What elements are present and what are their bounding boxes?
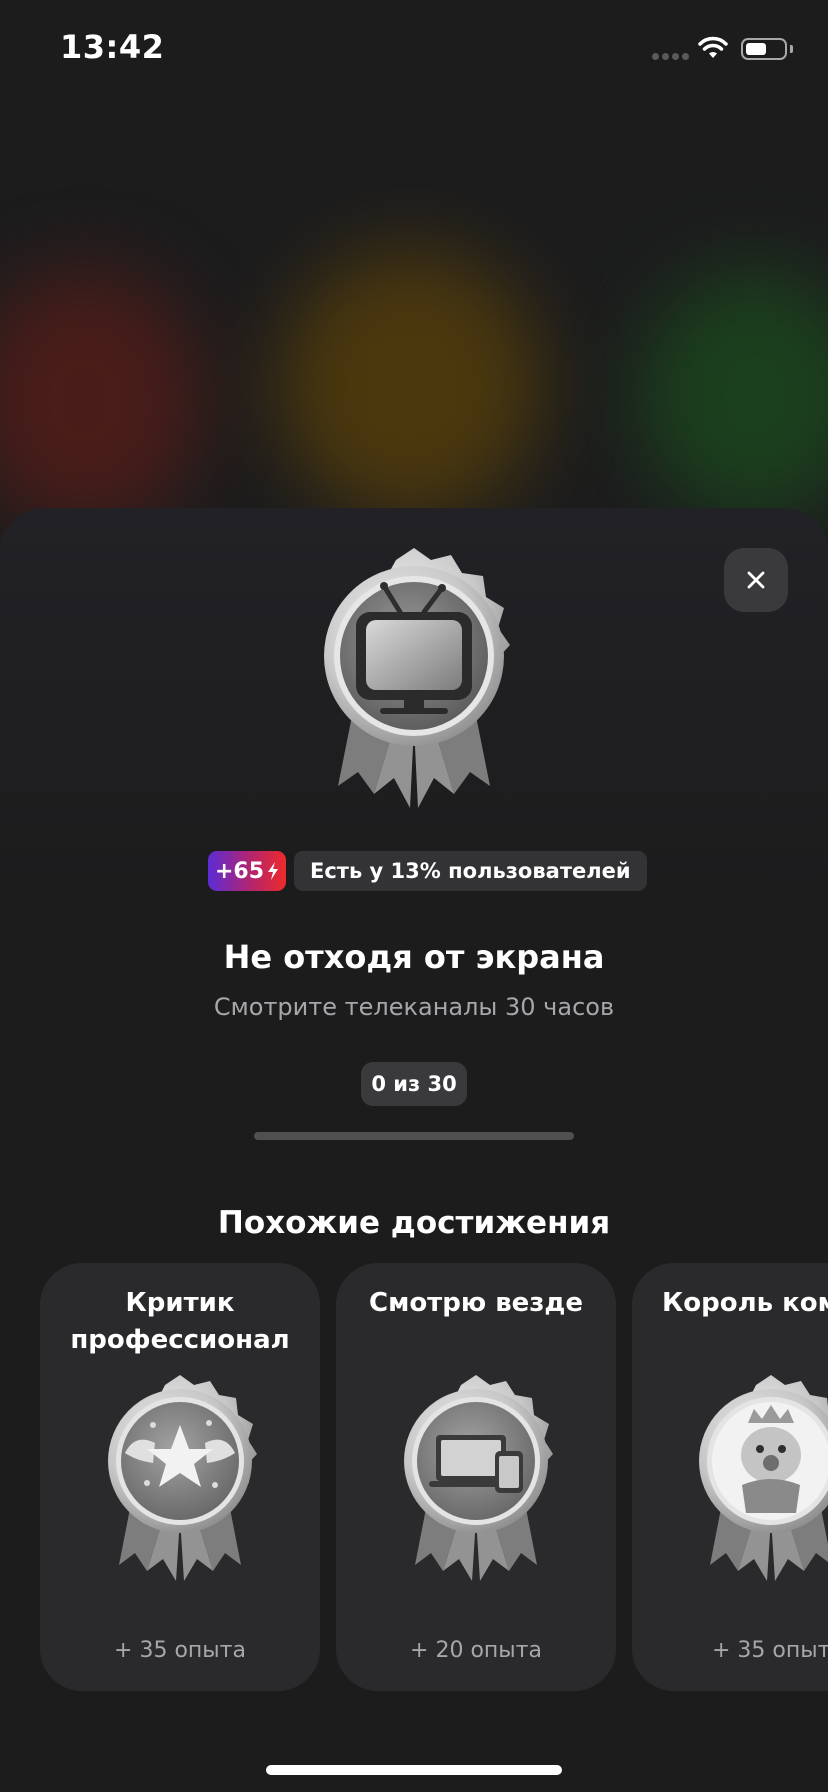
achievement-description: Смотрите телеканалы 30 часов	[213, 993, 615, 1021]
xp-badge-label: +65	[214, 858, 265, 884]
achievement-card[interactable]: Король коме	[632, 1263, 828, 1691]
home-indicator	[266, 1765, 562, 1775]
close-icon	[747, 571, 765, 589]
achievement-title: Не отходя от экрана	[223, 938, 605, 976]
achievement-card-xp: + 35 опыта	[114, 1638, 246, 1663]
clown-king-medal-icon	[699, 1375, 828, 1581]
battery-cap	[790, 45, 793, 53]
achievement-screen: 13:42 +65 Есть у 13% пользователей Не от…	[0, 0, 828, 1792]
achievement-card-title: Критик профессионал	[70, 1288, 290, 1355]
users-share-badge: Есть у 13% пользователей	[294, 851, 647, 891]
achievement-card-title: Смотрю везде	[368, 1288, 584, 1318]
progress-bar	[254, 1132, 574, 1140]
wifi-icon	[698, 36, 728, 58]
lightning-icon	[268, 862, 279, 880]
devices-medal-icon	[404, 1375, 553, 1581]
achievement-card[interactable]: Критик профессионал + 35 опыта	[40, 1263, 320, 1691]
achievement-card[interactable]: Смотрю везде + 20 опыта	[336, 1263, 616, 1691]
background-glow-green	[640, 270, 828, 520]
similar-achievements-title: Похожие достижения	[217, 1205, 611, 1241]
achievement-card-xp: + 20 опыта	[410, 1638, 542, 1663]
badge-row: +65 Есть у 13% пользователей	[208, 851, 647, 891]
status-bar: 13:42	[0, 0, 828, 100]
achievement-card-xp: + 35 опыта	[712, 1638, 828, 1663]
achievement-card-title: Король коме	[662, 1288, 828, 1318]
status-time: 13:42	[60, 28, 165, 66]
progress-label: 0 из 30	[361, 1062, 467, 1106]
battery-level	[746, 43, 766, 55]
cellular-signal-icon	[652, 53, 689, 60]
xp-badge: +65	[208, 851, 286, 891]
close-button[interactable]	[724, 548, 788, 612]
similar-achievements-list: Критик профессионал + 35 опыта Смотрю ве…	[40, 1263, 828, 1691]
battery-icon	[741, 38, 787, 60]
background-glow-red	[0, 270, 200, 530]
tv-medal-icon	[324, 548, 510, 808]
background-glow-yellow	[280, 250, 540, 520]
winged-star-medal-icon	[108, 1375, 257, 1581]
